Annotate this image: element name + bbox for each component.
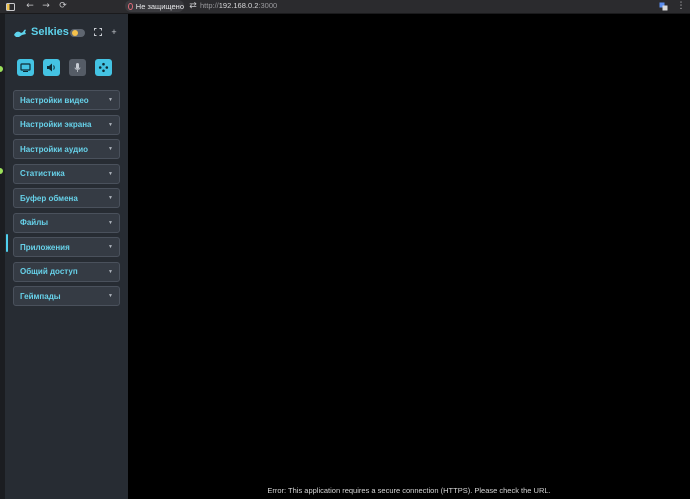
edge-marker-icon [0, 66, 3, 72]
translate-icon[interactable] [658, 1, 668, 12]
gamepad-icon [98, 62, 109, 73]
menu-item-label: Геймпады [20, 291, 61, 301]
menu-item-label: Буфер обмена [20, 193, 78, 203]
sidebar-toggle-icon[interactable] [6, 1, 15, 12]
chevron-down-icon: ▼ [108, 97, 113, 103]
theme-toggle[interactable] [70, 29, 85, 37]
audio-mode-button[interactable] [43, 59, 60, 76]
moon-sun-icon [72, 30, 78, 36]
chevron-down-icon: ▼ [108, 244, 113, 250]
menu-item-label: Настройки аудио [20, 144, 89, 154]
microphone-mode-button[interactable] [69, 59, 86, 76]
chevron-down-icon: ▼ [108, 195, 113, 201]
gamepad-mode-button[interactable] [95, 59, 112, 76]
menu-item-label: Настройки видео [20, 95, 89, 105]
menu-gamepads[interactable]: Геймпады ▼ [13, 286, 120, 306]
more-icon[interactable]: ⋮ [677, 1, 686, 12]
sidebar-drag-handle[interactable] [6, 234, 8, 252]
browser-toolbar: ← → ⟳ Не защищено ⇄ http://192.168.0.2:3… [0, 0, 690, 14]
status-message: Error: This application requires a secur… [267, 486, 551, 495]
menu-sharing[interactable]: Общий доступ ▼ [13, 261, 120, 282]
security-indicator[interactable]: Не защищено [125, 0, 184, 12]
menu-screen-settings[interactable]: Настройки экрана ▼ [13, 114, 120, 135]
url-scheme: http:// [200, 1, 219, 10]
menu-item-label: Статистика [20, 169, 65, 178]
menu-audio-settings[interactable]: Настройки аудио ▼ [13, 139, 120, 159]
brand: Selkies [13, 26, 69, 38]
selkies-logo-icon [14, 29, 26, 37]
app-name: Selkies [31, 26, 69, 38]
reload-icon[interactable]: ⟳ [58, 1, 68, 12]
edge-marker-icon [0, 168, 3, 174]
forward-icon[interactable]: → [41, 1, 51, 12]
chevron-down-icon: ▼ [108, 219, 113, 226]
monitor-icon [20, 63, 31, 72]
chevron-down-icon: ▼ [108, 146, 113, 152]
display-mode-button[interactable] [17, 59, 34, 76]
settings-menu: Настройки видео ▼ Настройки экрана ▼ Нас… [13, 90, 120, 311]
add-icon[interactable]: + [109, 27, 119, 37]
menu-clipboard[interactable]: Буфер обмена ▼ [13, 188, 120, 208]
menu-item-label: Общий доступ [20, 267, 78, 276]
menu-statistics[interactable]: Статистика ▼ [13, 163, 120, 184]
url-host: 192.168.0.2 [218, 1, 259, 10]
stream-canvas[interactable] [128, 14, 690, 499]
back-icon[interactable]: ← [25, 1, 35, 12]
security-label: Не защищено [135, 1, 184, 11]
chevron-down-icon: ▼ [108, 121, 113, 128]
url-port: :3000 [258, 1, 278, 10]
address-bar[interactable]: http://192.168.0.2:3000 [200, 1, 277, 11]
fullscreen-icon[interactable] [93, 27, 103, 37]
chevron-down-icon: ▼ [108, 268, 113, 275]
menu-item-label: Файлы [20, 218, 49, 227]
mode-buttons [17, 59, 121, 76]
sidebar: Selkies + Настройки видео ▼ Настройки эк… [5, 14, 128, 499]
chevron-down-icon: ▼ [108, 170, 113, 177]
site-info-icon[interactable]: ⇄ [188, 1, 198, 12]
chevron-down-icon: ▼ [108, 293, 113, 299]
menu-applications[interactable]: Приложения ▼ [13, 237, 120, 257]
menu-video-settings[interactable]: Настройки видео ▼ [13, 90, 120, 110]
microphone-icon [74, 63, 81, 72]
not-secure-icon [128, 2, 133, 10]
menu-item-label: Приложения [20, 242, 70, 252]
speaker-icon [47, 63, 55, 72]
menu-files[interactable]: Файлы ▼ [13, 212, 120, 233]
menu-item-label: Настройки экрана [20, 120, 92, 129]
